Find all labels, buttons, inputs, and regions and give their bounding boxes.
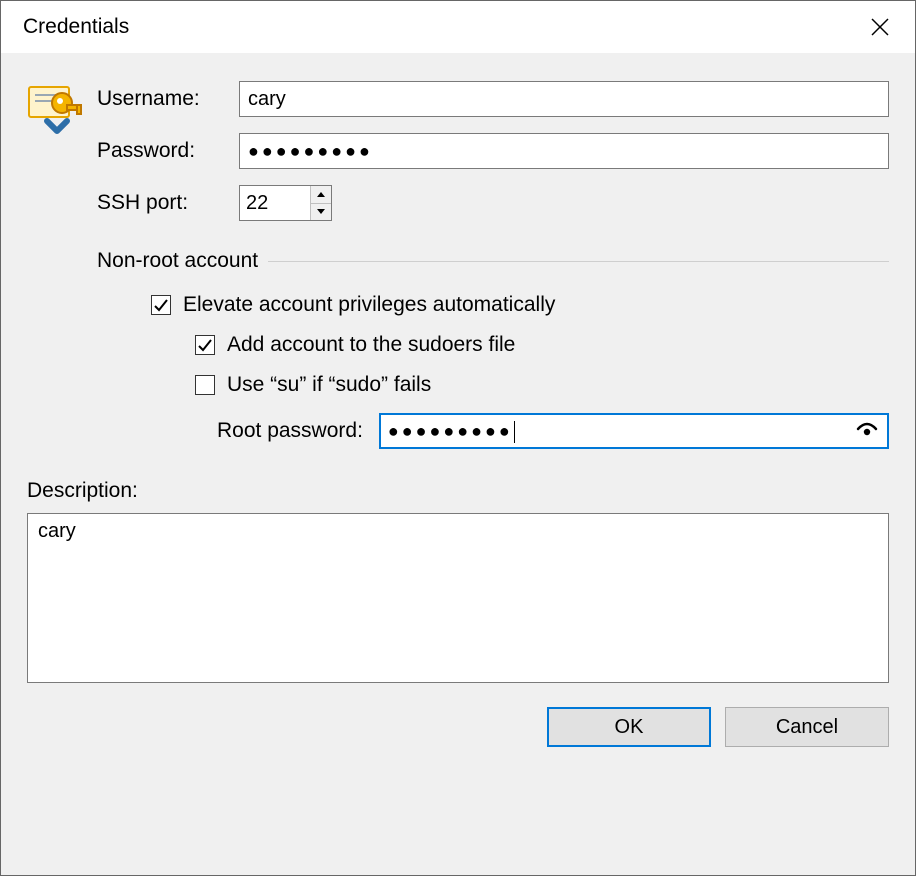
username-label: Username: — [97, 87, 239, 111]
group-title: Non-root account — [97, 249, 258, 273]
description-block: Description: — [27, 479, 889, 689]
elevate-checkbox[interactable] — [151, 295, 171, 315]
username-input[interactable] — [239, 81, 889, 117]
password-mask: ●●●●●●●●● — [248, 141, 373, 162]
credentials-grid: Username: Password: ●●●●●●●●● SSH port: — [27, 81, 889, 221]
group-divider — [268, 261, 889, 262]
password-label: Password: — [97, 139, 239, 163]
sudoers-label: Add account to the sudoers file — [227, 333, 515, 357]
elevate-label: Elevate account privileges automatically — [183, 293, 555, 317]
root-password-mask: ●●●●●●●●● — [388, 421, 513, 442]
description-label: Description: — [27, 479, 889, 503]
root-password-label: Root password: — [217, 419, 363, 443]
root-password-row: Root password: ●●●●●●●●● — [217, 413, 889, 449]
use-su-row: Use “su” if “sudo” fails — [195, 373, 889, 397]
credentials-dialog: Credentials — [0, 0, 916, 876]
non-root-group: Non-root account Elevate account privile… — [97, 249, 889, 449]
root-password-field-wrap: ●●●●●●●●● — [379, 413, 889, 449]
checkmark-icon — [197, 337, 213, 353]
description-textarea[interactable] — [27, 513, 889, 683]
text-caret — [514, 421, 515, 443]
dialog-buttons: OK Cancel — [27, 707, 889, 747]
use-su-checkbox[interactable] — [195, 375, 215, 395]
sshport-step-up[interactable] — [311, 186, 331, 204]
sshport-spinner[interactable] — [239, 185, 332, 221]
sudoers-checkbox[interactable] — [195, 335, 215, 355]
group-header: Non-root account — [97, 249, 889, 273]
eye-icon — [855, 419, 879, 443]
chevron-up-icon — [317, 192, 325, 197]
close-button[interactable] — [857, 4, 903, 50]
sshport-step-down[interactable] — [311, 204, 331, 221]
key-certificate-icon — [27, 81, 85, 135]
dialog-body: Username: Password: ●●●●●●●●● SSH port: — [1, 53, 915, 875]
spinner-buttons — [310, 186, 331, 220]
sudoers-row: Add account to the sudoers file — [195, 333, 889, 357]
root-password-input[interactable]: ●●●●●●●●● — [379, 413, 889, 449]
cancel-button[interactable]: Cancel — [725, 707, 889, 747]
sshport-label: SSH port: — [97, 191, 239, 215]
sshport-input[interactable] — [240, 186, 310, 220]
chevron-down-icon — [317, 209, 325, 214]
ok-button[interactable]: OK — [547, 707, 711, 747]
close-icon — [871, 18, 889, 36]
password-input[interactable]: ●●●●●●●●● — [239, 133, 889, 169]
checkmark-icon — [153, 297, 169, 313]
use-su-label: Use “su” if “sudo” fails — [227, 373, 431, 397]
titlebar: Credentials — [1, 1, 915, 53]
elevate-row: Elevate account privileges automatically — [151, 293, 889, 317]
reveal-password-button[interactable] — [855, 419, 879, 443]
credentials-icon-cell — [27, 81, 97, 141]
window-title: Credentials — [23, 15, 129, 39]
